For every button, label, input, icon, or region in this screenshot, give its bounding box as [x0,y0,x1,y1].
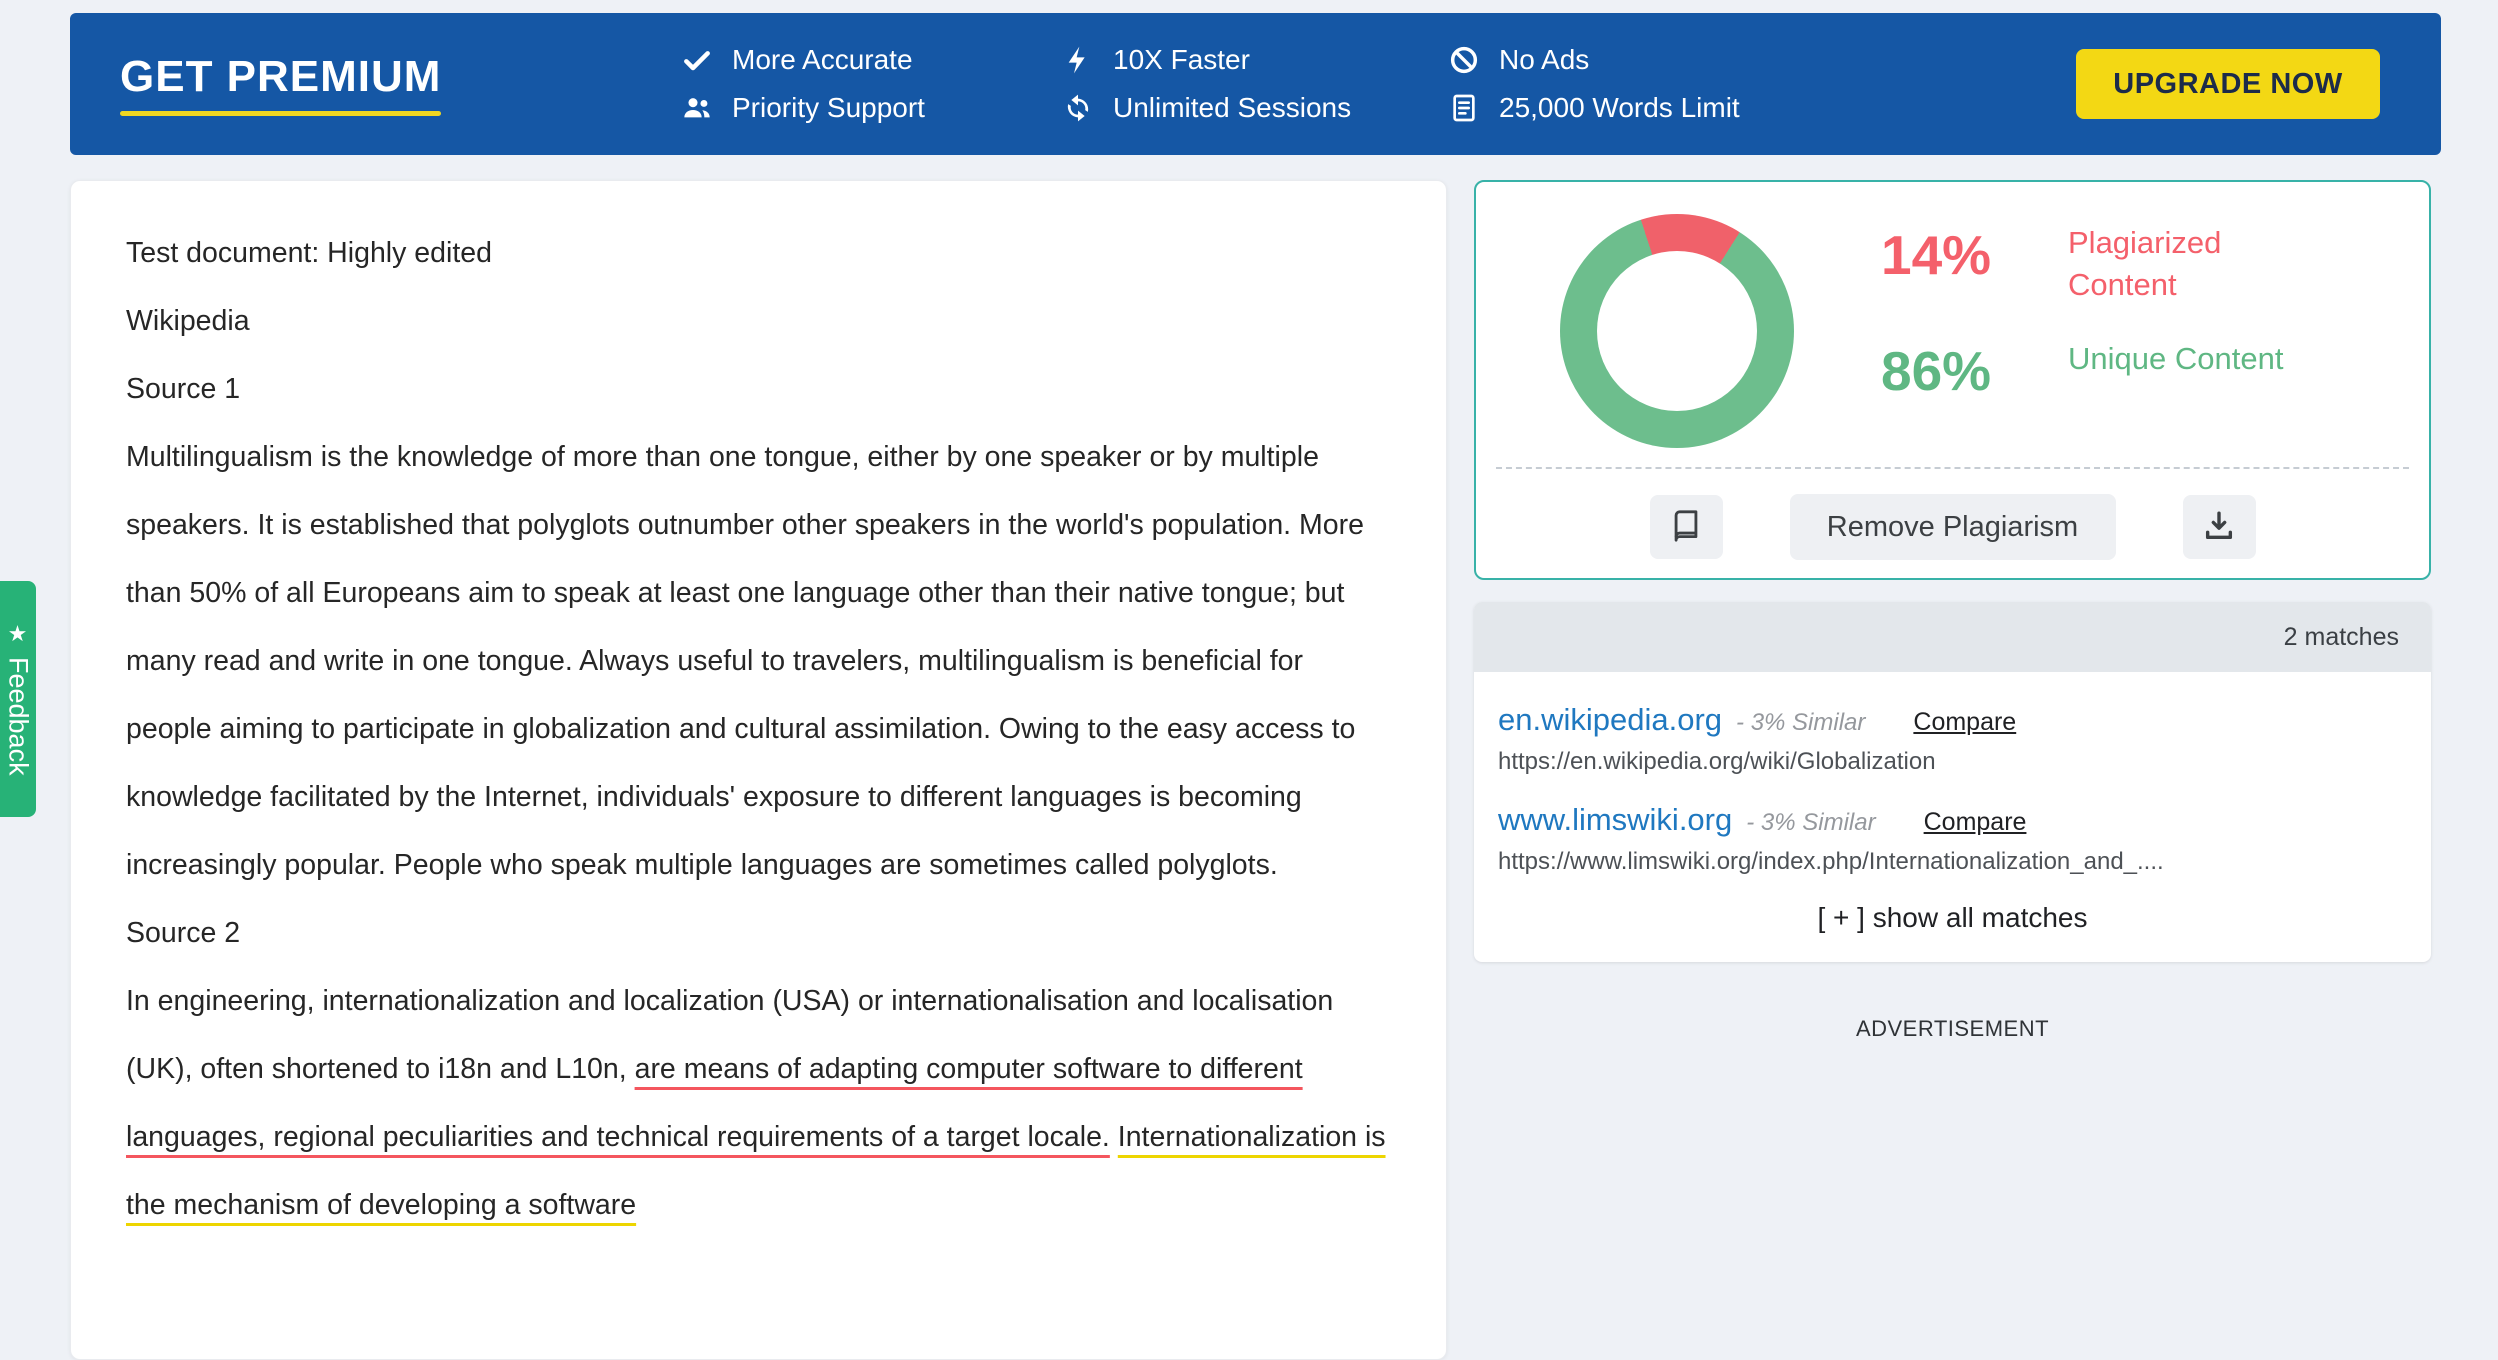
results-card: 14% Plagiarized Content 86% Unique Conte… [1474,180,2431,580]
premium-banner: GET PREMIUM More Accurate 10X Faster No Ad… [70,13,2441,155]
match-url: https://en.wikipedia.org/wiki/Globalizat… [1498,748,2407,776]
match-url: https://www.limswiki.org/index.php/Inter… [1498,848,2407,876]
document-line: In engineering, internationalization and… [126,967,1391,1239]
banner-feature: More Accurate [680,43,1061,77]
download-icon [2202,509,2236,546]
star-icon: ★ [5,622,31,647]
banner-feature: Unlimited Sessions [1061,91,1447,125]
feature-label: Unlimited Sessions [1113,92,1351,124]
banner-title: GET PREMIUM [120,52,441,102]
feature-label: 10X Faster [1113,44,1250,76]
refresh-icon [1061,91,1095,125]
advertisement-label: ADVERTISEMENT [1474,1016,2431,1042]
plagiarized-stat: 14% Plagiarized Content [1881,222,2401,306]
match-similarity: - 3% Similar [1736,709,1865,737]
match-site-link[interactable]: en.wikipedia.org [1498,702,1722,738]
results-actions: Remove Plagiarism [1476,494,2429,560]
report-book-button[interactable] [1650,495,1723,559]
banner-feature: No Ads [1447,43,1740,77]
check-icon [680,43,714,77]
results-stats: 14% Plagiarized Content 86% Unique Conte… [1881,222,2401,431]
document-icon [1447,91,1481,125]
document-line: Source 1 [126,355,1391,423]
match-site-link[interactable]: www.limswiki.org [1498,802,1732,838]
document-line: Wikipedia [126,287,1391,355]
banner-feature: 10X Faster [1061,43,1447,77]
donut-chart [1560,214,1794,448]
feature-label: Priority Support [732,92,925,124]
banner-features: More Accurate 10X Faster No Ads Priority Su… [680,43,1740,125]
compare-link[interactable]: Compare [1924,808,2027,837]
dashed-divider [1496,467,2409,469]
match-item: en.wikipedia.org - 3% Similar Compare https… [1498,702,2407,776]
no-ads-icon [1447,43,1481,77]
upgrade-now-button[interactable]: UPGRADE NOW [2076,49,2380,119]
page: GET PREMIUM More Accurate 10X Faster No Ad… [0,0,2498,1312]
plagiarized-percentage: 14% [1881,222,2068,283]
feedback-label: Feedback [3,657,34,776]
banner-title-block: GET PREMIUM [120,52,441,116]
document-line: Test document: Highly edited [126,219,1391,287]
plagiarized-label: Plagiarized Content [2068,222,2328,306]
download-button[interactable] [2183,495,2256,559]
book-icon [1669,509,1703,546]
feature-label: 25,000 Words Limit [1499,92,1740,124]
matches-panel: 2 matches en.wikipedia.org - 3% Similar Co… [1474,602,2431,962]
bolt-icon [1061,43,1095,77]
feature-label: No Ads [1499,44,1589,76]
feature-label: More Accurate [732,44,913,76]
document-line: Source 2 [126,899,1391,967]
document-panel[interactable]: Test document: Highly editedWikipediaSou… [70,180,1447,1360]
banner-feature: 25,000 Words Limit [1447,91,1740,125]
matches-count: 2 matches [2284,623,2399,652]
unique-percentage: 86% [1881,338,2068,399]
unique-stat: 86% Unique Content [1881,338,2401,399]
title-underline [120,111,441,116]
document-line: Multilingualism is the knowledge of more… [126,423,1391,899]
matches-header: 2 matches [1474,602,2431,672]
match-item: www.limswiki.org - 3% Similar Compare https… [1498,802,2407,876]
compare-link[interactable]: Compare [1913,708,2016,737]
show-all-matches-link[interactable]: [ + ] show all matches [1474,902,2431,934]
feedback-tab[interactable]: ★ Feedback [0,581,36,817]
remove-plagiarism-button[interactable]: Remove Plagiarism [1790,494,2116,560]
match-list: en.wikipedia.org - 3% Similar Compare https… [1474,672,2431,876]
unique-label: Unique Content [2068,338,2328,380]
match-similarity: - 3% Similar [1746,809,1875,837]
users-icon [680,91,714,125]
banner-feature: Priority Support [680,91,1061,125]
document-text: Test document: Highly editedWikipediaSou… [71,181,1446,1277]
